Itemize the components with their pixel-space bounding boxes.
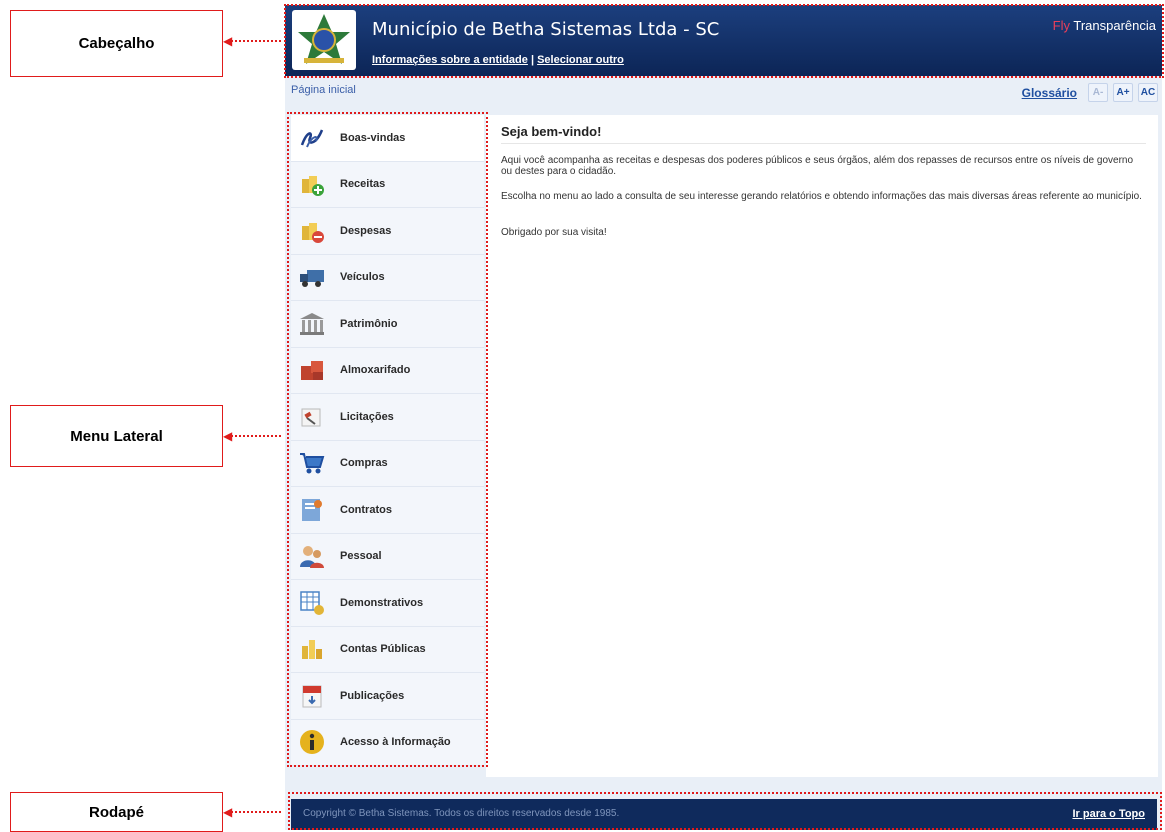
coat-of-arms-logo (292, 10, 356, 70)
coin-stacks-icon (299, 636, 325, 662)
select-other-link[interactable]: Selecionar outro (537, 54, 624, 66)
pdf-icon (299, 683, 325, 709)
callout-menu-lateral: Menu Lateral (10, 405, 223, 467)
thanks-paragraph: Obrigado por sua visita! (501, 227, 607, 238)
brand-name: Transparência (1073, 18, 1156, 33)
page-header: Município de Betha Sistemas Ltda - SC In… (285, 5, 1162, 76)
menu-item-label: Patrimônio (340, 317, 398, 330)
arrowhead-icon: ◀ (223, 34, 233, 48)
contrast-button[interactable]: AC (1138, 83, 1158, 102)
copyright-text: Copyright © Betha Sistemas. Todos os dir… (303, 808, 620, 819)
link-separator: | (530, 54, 535, 66)
contract-icon (299, 497, 325, 523)
menu-item-label: Demonstrativos (340, 596, 424, 609)
menu-item-demonstrativos[interactable]: Demonstrativos (291, 580, 484, 627)
site-title: Município de Betha Sistemas Ltda - SC (372, 19, 720, 40)
menu-item-contratos[interactable]: Contratos (291, 487, 484, 534)
truck-icon (299, 264, 325, 290)
callout-arrow: ◀ (223, 35, 281, 47)
welcome-content: Seja bem-vindo! Aqui você acompanha as r… (486, 115, 1158, 777)
font-increase-button[interactable]: A+ (1113, 83, 1133, 102)
breadcrumb[interactable]: Página inicial (291, 84, 356, 96)
menu-item-receitas[interactable]: Receitas (291, 162, 484, 208)
menu-item-licitacoes[interactable]: Licitações (291, 394, 484, 441)
back-to-top-link[interactable]: Ir para o Topo (1072, 808, 1145, 820)
menu-item-label: Boas-vindas (340, 131, 406, 144)
menu-item-label: Contas Públicas (340, 643, 426, 656)
menu-item-boas-vindas[interactable]: Boas-vindas (291, 115, 484, 162)
header-links: Informações sobre a entidade | Seleciona… (372, 54, 624, 66)
app-window: Município de Betha Sistemas Ltda - SC In… (285, 5, 1162, 830)
brand-fly: Fly (1052, 18, 1070, 33)
people-icon (299, 543, 325, 569)
page-title: Seja bem-vindo! (501, 124, 1146, 144)
cart-icon (299, 450, 325, 476)
page-footer: Copyright © Betha Sistemas. Todos os dir… (291, 799, 1157, 830)
menu-item-veiculos[interactable]: Veículos (291, 255, 484, 301)
callout-arrow: ◀ (223, 806, 281, 818)
gavel-icon (299, 404, 325, 430)
arrowhead-icon: ◀ (223, 805, 233, 819)
menu-item-label: Veículos (340, 271, 385, 284)
menu-item-label: Acesso à Informação (340, 736, 451, 749)
entity-info-link[interactable]: Informações sobre a entidade (372, 54, 528, 66)
accessibility-toolbar: Glossário A- A+ AC (1022, 83, 1158, 102)
swirl-icon (299, 125, 325, 151)
menu-item-label: Compras (340, 457, 388, 470)
coins-plus-icon (299, 171, 325, 197)
menu-item-label: Publicações (340, 689, 405, 702)
menu-item-pessoal[interactable]: Pessoal (291, 534, 484, 580)
menu-item-label: Contratos (340, 503, 392, 516)
brand-logo: Fly Transparência (1053, 18, 1156, 33)
arrowhead-icon: ◀ (223, 429, 233, 443)
menu-item-label: Almoxarifado (340, 364, 411, 377)
menu-item-label: Receitas (340, 178, 386, 191)
menu-item-contas-publicas[interactable]: Contas Públicas (291, 627, 484, 673)
info-icon (299, 729, 325, 755)
spreadsheet-icon (299, 590, 325, 616)
menu-item-label: Licitações (340, 410, 394, 423)
menu-item-compras[interactable]: Compras (291, 441, 484, 487)
instruction-paragraph: Escolha no menu ao lado a consulta de se… (501, 191, 1142, 202)
font-decrease-button[interactable]: A- (1088, 83, 1108, 102)
menu-item-patrimonio[interactable]: Patrimônio (291, 301, 484, 348)
callout-rodape: Rodapé (10, 792, 223, 832)
building-icon (299, 311, 325, 337)
intro-paragraph: Aqui você acompanha as receitas e despes… (501, 155, 1134, 177)
coins-minus-icon (299, 218, 325, 244)
boxes-icon (299, 357, 325, 383)
menu-item-acesso-informacao[interactable]: Acesso à Informação (291, 720, 484, 766)
menu-item-almoxarifado[interactable]: Almoxarifado (291, 348, 484, 394)
glossary-link[interactable]: Glossário (1022, 86, 1077, 100)
menu-item-publicacoes[interactable]: Publicações (291, 673, 484, 720)
sidebar-menu: Boas-vindas Receitas Despesas Veículos P… (291, 115, 484, 766)
menu-item-label: Pessoal (340, 550, 382, 563)
callout-arrow: ◀ (223, 430, 281, 442)
callout-cabecalho: Cabeçalho (10, 10, 223, 77)
menu-item-label: Despesas (340, 224, 392, 237)
menu-item-despesas[interactable]: Despesas (291, 208, 484, 255)
